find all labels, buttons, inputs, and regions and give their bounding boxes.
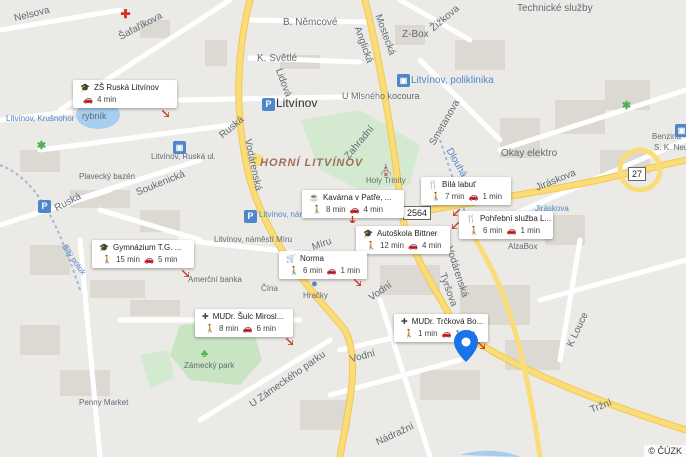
road-shield-27: 27	[628, 167, 647, 181]
parking-icon[interactable]: P	[244, 210, 257, 223]
poi-label-technicke-sluzby: Technické služby	[517, 3, 593, 14]
car-icon: 🚗	[326, 266, 337, 275]
bus-stop-icon[interactable]: ▣	[173, 141, 186, 154]
poi-label-s-k-neum: S. K. Neum	[654, 143, 686, 152]
map-attribution: © ČÚZK	[644, 445, 686, 457]
parking-icon[interactable]: P	[262, 98, 275, 111]
pointer-arrow-icon	[349, 216, 356, 223]
walk-icon: 🚶	[431, 192, 441, 201]
pointer-arrow-icon	[453, 209, 460, 216]
poi-card-mudr-sulc[interactable]: ✚ MUDr. Šulc Mirosl... 🚶 8 min 🚗 6 min	[195, 309, 293, 337]
medical-icon: ✚	[202, 312, 209, 321]
poi-label-okay-elektro: Okay elektro	[501, 148, 558, 159]
shopping-icon[interactable]: ●	[308, 278, 321, 291]
location-pin-icon[interactable]	[454, 330, 478, 362]
pointer-arrow-icon	[354, 279, 361, 286]
poi-label-holy-trinity: Holy Trinity	[366, 176, 406, 185]
poi-card-kavarna[interactable]: ☕ Kavárna v Patře, ... 🚶 8 min 🚗 4 min	[302, 190, 404, 218]
bus-stop-icon[interactable]: ▣	[675, 124, 686, 137]
school-icon: 🎓	[99, 243, 109, 252]
water-label-rybnik: rybník	[82, 111, 107, 121]
car-icon: 🚗	[407, 241, 418, 250]
transit-label-krusnohor: Litvínov, Krušnohor	[6, 114, 75, 123]
walk-icon: 🚶	[102, 255, 112, 264]
poi-card-norma[interactable]: 🛒 Norma 🚶 6 min 🚗 1 min	[279, 251, 367, 279]
pointer-arrow-icon	[162, 110, 169, 117]
walk-icon: 🚶	[404, 329, 414, 338]
poi-label-hracky: Hračky	[303, 291, 328, 300]
car-icon: 🚗	[468, 192, 479, 201]
pointer-arrow-icon	[478, 342, 485, 349]
map-canvas[interactable]: Nelsova Šafaříkova B. Němcové K. Světlé …	[0, 0, 686, 457]
poi-label-plavecky-bazen: Plavecký bazén	[79, 172, 136, 181]
poi-card-autoskola[interactable]: 🎓 Autoškola Bittner 🚶 12 min 🚗 4 min	[356, 226, 450, 254]
medical-icon: ✚	[401, 317, 408, 326]
walk-icon: 🚶	[366, 241, 376, 250]
pointer-arrow-icon	[286, 338, 293, 345]
park-icon[interactable]: ✱	[620, 100, 633, 113]
poi-label-americni-banka: Amerční banka	[188, 275, 242, 284]
parking-icon[interactable]: P	[38, 200, 51, 213]
walk-icon: 🚶	[289, 266, 299, 275]
poi-label-penny-market: Penny Market	[79, 398, 129, 407]
map-base	[0, 0, 686, 457]
walk-icon: 🚶	[205, 324, 215, 333]
poi-card-gymnazium[interactable]: 🎓 Gymnázium T.G. ... 🚶 15 min 🚗 5 min	[92, 240, 194, 268]
tree-icon[interactable]: ♣	[198, 348, 211, 361]
park-icon[interactable]: ✱	[35, 140, 48, 153]
district-label-horni-litvinov: HORNÍ LITVÍNOV	[260, 157, 364, 169]
car-icon: 🚗	[441, 329, 452, 338]
walk-icon: 🚶	[312, 205, 322, 214]
church-icon[interactable]: ⛪	[379, 165, 393, 178]
car-icon: 🚗	[83, 95, 93, 104]
cafe-icon: ☕	[309, 193, 319, 202]
restaurant-icon: 🍴	[428, 180, 438, 189]
walk-icon: 🚶	[469, 226, 479, 235]
poi-card-pohrebni-sluzba[interactable]: 🍴 Pohřební služba L... 🚶 6 min 🚗 1 min	[459, 211, 553, 239]
poi-card-zs-ruska[interactable]: 🎓 ZŠ Ruská Litvínov 🚗 4 min	[73, 80, 177, 108]
road-shield-2564: 2564	[403, 206, 432, 220]
poi-label-cina: Čína	[261, 284, 278, 293]
restaurant-icon: 🍴	[466, 214, 476, 223]
school-icon: 🎓	[363, 229, 373, 238]
shopping-cart-icon: 🛒	[286, 254, 296, 263]
bus-stop-icon[interactable]: ▣	[397, 74, 410, 87]
pointer-arrow-icon	[182, 270, 189, 277]
transit-label-ruska-ul: Litvínov, Ruská ul.	[151, 152, 216, 161]
school-icon: 🎓	[80, 83, 90, 92]
poi-label-u-mlsneho-kocoura: U Mlsného kocoura	[342, 91, 420, 101]
transit-label-namesti-miru: Litvínov, náměstí Míru	[214, 235, 293, 244]
car-icon: 🚗	[349, 205, 360, 214]
street-label-k-svetle: K. Světlé	[257, 53, 298, 64]
car-icon: 🚗	[242, 324, 253, 333]
street-label-b-nemcove: B. Němcové	[283, 17, 338, 28]
poi-card-bila-labut[interactable]: 🍴 Bílá labuť 🚶 7 min 🚗 1 min	[421, 177, 511, 205]
hospital-icon[interactable]: ✚	[119, 8, 132, 21]
pointer-arrow-icon	[452, 222, 459, 229]
park-label-zamecky-park: Zámecký park	[184, 361, 235, 370]
car-icon: 🚗	[506, 226, 517, 235]
transit-label-litvinov-nam: Litvínov, nám	[259, 210, 306, 219]
car-icon: 🚗	[143, 255, 154, 264]
transit-label-poliklinika: Litvínov, poliklinika	[411, 75, 494, 86]
poi-label-z-box: Z-Box	[402, 29, 429, 40]
